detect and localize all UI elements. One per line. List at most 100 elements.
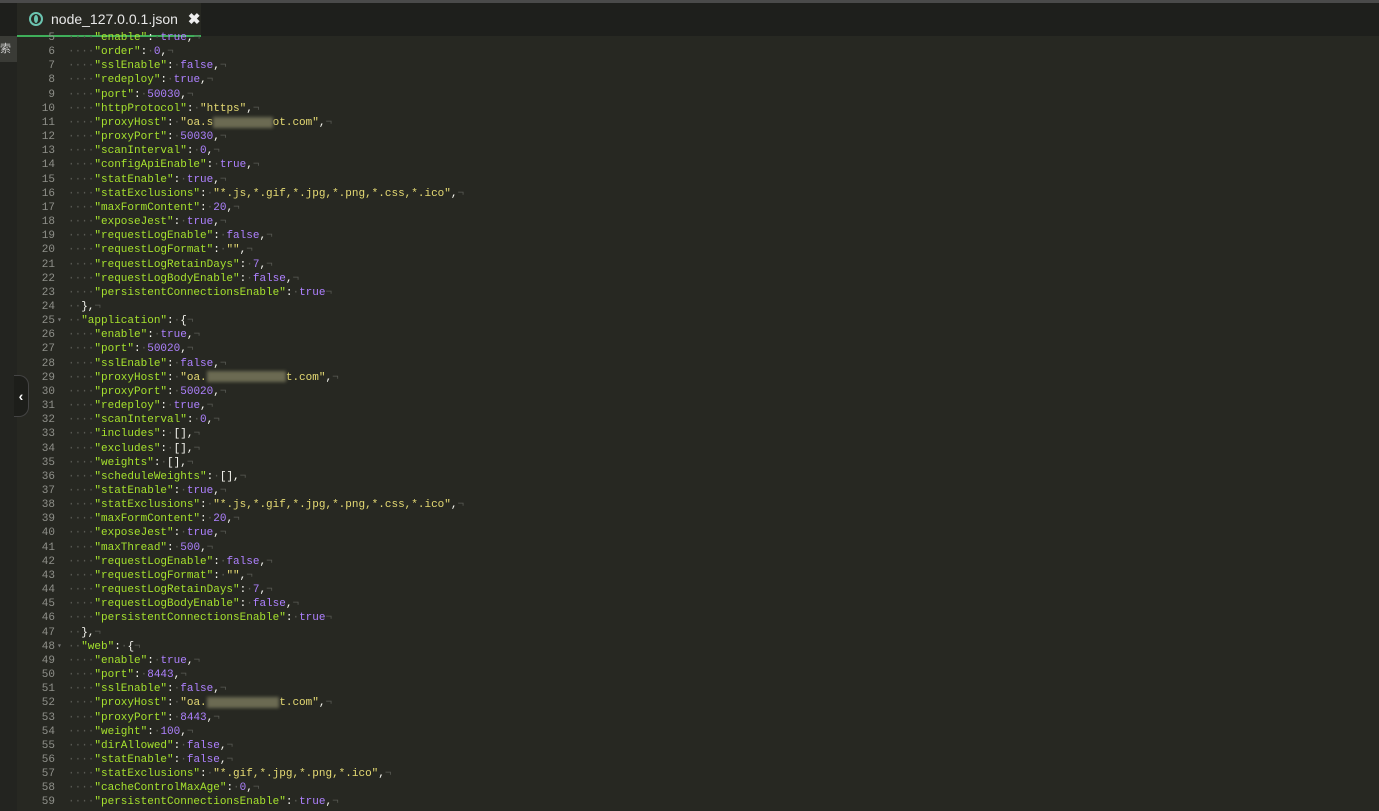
code-line[interactable]: 47 ··},¬ (17, 626, 1379, 640)
code-line[interactable]: 22 ····"requestLogBodyEnable":·false,¬ (17, 272, 1379, 286)
code-line[interactable]: 50 ····"port":·8443,¬ (17, 668, 1379, 682)
code-line[interactable]: 32 ····"scanInterval":·0,¬ (17, 413, 1379, 427)
code-line[interactable]: 19 ····"requestLogEnable":·false,¬ (17, 229, 1379, 243)
json-literal: true (173, 74, 201, 87)
code-line[interactable]: 26 ····"enable":·true,¬ (17, 328, 1379, 342)
space-marker: · (213, 470, 220, 483)
code-line[interactable]: 58 ····"cacheControlMaxAge":·0,¬ (17, 781, 1379, 795)
code-line[interactable]: 37 ····"statEnable":·true,¬ (17, 484, 1379, 498)
json-punctuation: : (147, 654, 154, 667)
code-line[interactable]: 24 ··},¬ (17, 300, 1379, 314)
code-line[interactable]: 43 ····"requestLogFormat":·"",¬ (17, 569, 1379, 583)
code-line[interactable]: 31 ····"redeploy":·true,¬ (17, 399, 1379, 413)
space-marker: · (246, 584, 253, 597)
json-key: "requestLogBodyEnable" (94, 598, 240, 611)
code-line[interactable]: 18 ····"exposeJest":·true,¬ (17, 215, 1379, 229)
code-line[interactable]: 8 ····"redeploy":·true,¬ (17, 73, 1379, 87)
code-line[interactable]: 13 ····"scanInterval":·0,¬ (17, 144, 1379, 158)
eol-marker: ¬ (246, 569, 253, 582)
line-code: ····"persistentConnectionsEnable":·true¬ (68, 611, 332, 625)
code-line[interactable]: 9 ····"port":·50030,¬ (17, 88, 1379, 102)
code-line[interactable]: 39 ····"maxFormContent":·20,¬ (17, 512, 1379, 526)
json-key: "persistentConnectionsEnable" (94, 286, 286, 299)
code-line[interactable]: 30 ····"proxyPort":·50020,¬ (17, 385, 1379, 399)
line-code: ····"maxFormContent":·20,¬ (68, 512, 240, 526)
code-line[interactable]: 44 ····"requestLogRetainDays":·7,¬ (17, 583, 1379, 597)
line-number: 47 (41, 626, 55, 639)
code-line[interactable]: 10 ····"httpProtocol":·"https",¬ (17, 102, 1379, 116)
code-line[interactable]: 15 ····"statEnable":·true,¬ (17, 173, 1379, 187)
code-line[interactable]: 56 ····"statEnable":·false,¬ (17, 753, 1379, 767)
json-punctuation: , (180, 88, 187, 101)
code-line[interactable]: 35 ····"weights":·[],¬ (17, 456, 1379, 470)
json-punctuation: : (167, 371, 174, 384)
line-number: 5 (48, 32, 55, 44)
code-line[interactable]: 14 ····"configApiEnable":·true,¬ (17, 158, 1379, 172)
json-key: "excludes" (94, 442, 161, 455)
code-line[interactable]: 38 ····"statExclusions":·"*.js,*.gif,*.jp… (17, 498, 1379, 512)
code-line[interactable]: 57 ····"statExclusions":·"*.gif,*.jpg,*.p… (17, 767, 1379, 781)
search-panel-button[interactable]: 索 (0, 36, 17, 62)
code-line[interactable]: 7 ····"sslEnable":·false,¬ (17, 59, 1379, 73)
code-line[interactable]: 41 ····"maxThread":·500,¬ (17, 541, 1379, 555)
space-marker: · (246, 272, 253, 285)
json-key: "exposeJest" (94, 527, 174, 540)
code-line[interactable]: 49 ····"enable":·true,¬ (17, 654, 1379, 668)
code-line[interactable]: 21 ····"requestLogRetainDays":·7,¬ (17, 258, 1379, 272)
code-line[interactable]: 33 ····"includes":·[],¬ (17, 427, 1379, 441)
code-line[interactable]: 28 ····"sslEnable":·false,¬ (17, 357, 1379, 371)
code-editor[interactable]: 5 ····"enable":·true,¬ 6 ····"order":·0,¬ 7 ·… (17, 31, 1379, 811)
code-line[interactable]: 40 ····"exposeJest":·true,¬ (17, 526, 1379, 540)
line-code: ····"requestLogFormat":·"",¬ (68, 569, 253, 583)
code-line[interactable]: 46 ····"persistentConnectionsEnable":·tru… (17, 611, 1379, 625)
code-line[interactable]: 5 ····"enable":·true,¬ (17, 31, 1379, 45)
code-line[interactable]: 52 ····"proxyHost":·"oa. t.com",¬ (17, 696, 1379, 710)
code-line[interactable]: 34 ····"excludes":·[],¬ (17, 442, 1379, 456)
close-icon[interactable]: ✖ (188, 10, 201, 28)
line-code: ····"redeploy":·true,¬ (68, 399, 213, 413)
line-code: ····"statExclusions":·"*.js,*.gif,*.jpg,… (68, 498, 464, 512)
json-punctuation: : (167, 711, 174, 724)
json-punctuation: : (213, 569, 220, 582)
code-line[interactable]: 55 ····"dirAllowed":·false,¬ (17, 739, 1379, 753)
code-line[interactable]: 48 ▾ ··"web":·{¬ (17, 640, 1379, 654)
json-punctuation: , (213, 485, 220, 497)
code-line[interactable]: 45 ····"requestLogBodyEnable":·false,¬ (17, 597, 1379, 611)
code-line[interactable]: 17 ····"maxFormContent":·20,¬ (17, 201, 1379, 215)
json-punctuation: , (213, 131, 220, 144)
code-line[interactable]: 51 ····"sslEnable":·false,¬ (17, 682, 1379, 696)
code-line[interactable]: 54 ····"weight":·100,¬ (17, 725, 1379, 739)
indent-whitespace: ···· (68, 230, 95, 243)
json-punctuation: , (200, 74, 207, 87)
line-number: 11 (41, 116, 55, 129)
line-code: ····"requestLogRetainDays":·7,¬ (68, 583, 273, 597)
code-line[interactable]: 6 ····"order":·0,¬ (17, 45, 1379, 59)
code-line[interactable]: 29 ····"proxyHost":·"oa. t.com",¬ (17, 371, 1379, 385)
code-line[interactable]: 59 ····"persistentConnectionsEnable":·tru… (17, 795, 1379, 809)
code-line[interactable]: 23 ····"persistentConnectionsEnable":·tru… (17, 286, 1379, 300)
json-key: "requestLogEnable" (94, 555, 214, 568)
code-line[interactable]: 27 ····"port":·50020,¬ (17, 342, 1379, 356)
line-number: 39 (41, 513, 55, 526)
code-line[interactable]: 12 ····"proxyPort":·50030,¬ (17, 130, 1379, 144)
line-number: 23 (41, 286, 55, 299)
json-literal: true (160, 32, 187, 44)
json-literal: 8443 (180, 711, 207, 724)
code-line[interactable]: 25 ▾ ··"application":·{¬ (17, 314, 1379, 328)
eol-marker: ¬ (325, 612, 333, 625)
code-line[interactable]: 11 ····"proxyHost":·"oa.s ot.com",¬ (17, 116, 1379, 130)
eol-marker: ¬ (219, 357, 227, 370)
json-punctuation: : (213, 244, 220, 257)
line-number: 9 (48, 88, 55, 101)
code-line[interactable]: 16 ····"statExclusions":·"*.js,*.gif,*.jp… (17, 187, 1379, 201)
code-line[interactable]: 42 ····"requestLogEnable":·false,¬ (17, 555, 1379, 569)
code-line[interactable]: 36 ····"scheduleWeights":·[],¬ (17, 470, 1379, 484)
left-sidebar: 索 (0, 36, 17, 811)
json-key: "statExclusions" (94, 768, 201, 781)
line-number: 12 (41, 131, 55, 144)
code-line[interactable]: 53 ····"proxyPort":·8443,¬ (17, 711, 1379, 725)
code-line[interactable]: 20 ····"requestLogFormat":·"",¬ (17, 243, 1379, 257)
fold-arrow-icon[interactable]: ▾ (57, 314, 62, 328)
fold-arrow-icon[interactable]: ▾ (57, 640, 62, 654)
json-literal: true (299, 612, 326, 625)
